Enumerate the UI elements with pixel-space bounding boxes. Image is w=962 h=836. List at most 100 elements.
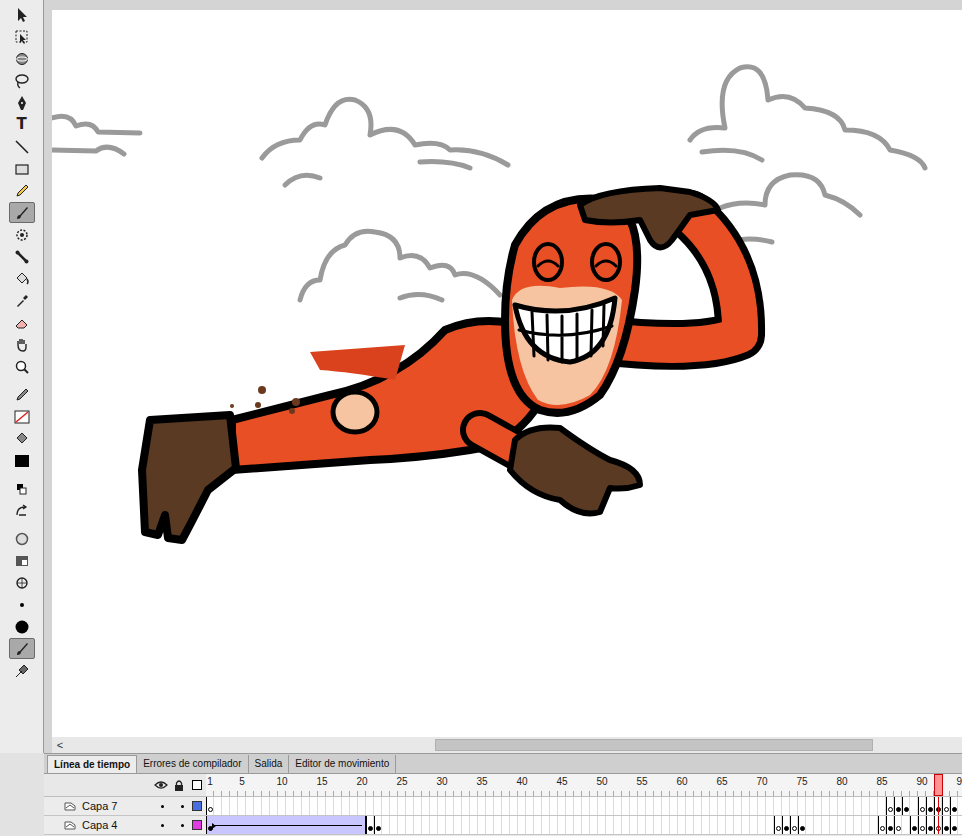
visibility-dot <box>161 805 164 808</box>
fill-swatch-tool[interactable] <box>9 450 35 471</box>
keyframe-dot <box>208 807 213 812</box>
ruler-label: 1 <box>207 777 213 787</box>
object-drawing-tool[interactable] <box>9 528 35 549</box>
panel-tab[interactable]: Línea de tiempo <box>47 755 137 773</box>
swap-colors-tool[interactable] <box>9 500 35 521</box>
panel-tab[interactable]: Errores de compilador <box>137 755 248 773</box>
small-dot-tool[interactable] <box>9 594 35 615</box>
zoom-icon <box>14 359 30 375</box>
lock-toggle[interactable] <box>172 824 192 827</box>
layer-name[interactable]: Capa 7 <box>82 801 152 812</box>
keyframe[interactable] <box>206 816 214 834</box>
eraser-tool[interactable] <box>9 312 35 333</box>
big-dot-tool[interactable] <box>9 616 35 637</box>
keyframe[interactable] <box>782 816 790 834</box>
bone-tool[interactable] <box>9 246 35 267</box>
layer-name[interactable]: Capa 4 <box>82 820 152 831</box>
keyframe[interactable] <box>950 816 958 834</box>
fill-bucket-tool[interactable] <box>9 428 35 449</box>
keyframe[interactable] <box>798 816 806 834</box>
stroke-swatch-tool[interactable] <box>9 406 35 427</box>
rectangle-tool[interactable] <box>9 158 35 179</box>
line-tool[interactable] <box>9 136 35 157</box>
layer-frames[interactable] <box>206 797 962 815</box>
lasso-tool[interactable] <box>9 70 35 91</box>
outline-icon[interactable] <box>192 780 202 790</box>
pencil-icon <box>14 183 30 199</box>
frame-ruler[interactable]: 1510152025303540455055606570758085909 <box>206 774 962 796</box>
panel-tab[interactable]: Editor de movimiento <box>289 755 396 773</box>
horizontal-scrollbar[interactable]: < <box>44 737 962 753</box>
lock-toggle[interactable] <box>172 805 192 808</box>
default-colors-tool[interactable] <box>9 478 35 499</box>
stage-canvas[interactable] <box>52 10 962 737</box>
keyframe[interactable] <box>374 816 382 834</box>
keyframe[interactable] <box>918 816 926 834</box>
keyframe[interactable] <box>950 797 958 815</box>
hand-tool[interactable] <box>9 334 35 355</box>
motion-tween[interactable] <box>206 816 366 834</box>
pressure-tool[interactable] <box>9 660 35 681</box>
selection-tool[interactable] <box>9 4 35 25</box>
layer-color-swatch[interactable] <box>192 801 202 811</box>
ruler-label: 9 <box>956 777 962 787</box>
keyframe[interactable] <box>878 816 886 834</box>
keyframe[interactable] <box>918 797 926 815</box>
fill-swatch-icon <box>14 453 30 469</box>
zoom-tool[interactable] <box>9 356 35 377</box>
keyframe[interactable] <box>942 816 950 834</box>
stroke-pencil-tool[interactable] <box>9 384 35 405</box>
selection-icon <box>14 7 30 23</box>
lock-fill-tool[interactable] <box>9 550 35 571</box>
scroll-track[interactable] <box>68 737 962 753</box>
pen-tool[interactable] <box>9 92 35 113</box>
layer-color-swatch[interactable] <box>192 820 202 830</box>
keyframe[interactable] <box>894 816 902 834</box>
layer-row[interactable]: Capa 4 <box>44 816 962 835</box>
panel-tabs: Línea de tiempoErrores de compiladorSali… <box>44 754 962 774</box>
keyframe[interactable] <box>926 797 934 815</box>
ruler-label: 80 <box>836 777 847 787</box>
keyframe[interactable] <box>886 816 894 834</box>
eraser-icon <box>14 315 30 331</box>
keyframe[interactable] <box>926 816 934 834</box>
lock-icon[interactable] <box>174 780 184 791</box>
keyframe-dot <box>208 826 213 831</box>
deco-tool[interactable] <box>9 224 35 245</box>
keyframe[interactable] <box>902 797 910 815</box>
keyframe[interactable] <box>894 797 902 815</box>
ruler-label: 85 <box>876 777 887 787</box>
ruler-label: 50 <box>596 777 607 787</box>
brush-mode-tool[interactable] <box>9 638 35 659</box>
lock-dot <box>181 824 184 827</box>
rotate-3d-tool[interactable] <box>9 48 35 69</box>
keyframe[interactable] <box>790 816 798 834</box>
eyedropper-tool[interactable] <box>9 290 35 311</box>
bone-icon <box>14 249 30 265</box>
pencil-tool[interactable] <box>9 180 35 201</box>
panel-tab[interactable]: Salida <box>249 755 290 773</box>
scroll-thumb[interactable] <box>435 739 873 751</box>
stroke-pencil-icon <box>14 387 30 403</box>
bucket-tool[interactable] <box>9 268 35 289</box>
free-transform-tool[interactable] <box>9 26 35 47</box>
scroll-left-button[interactable]: < <box>52 737 68 753</box>
brush-size-ring-tool[interactable] <box>9 572 35 593</box>
keyframe[interactable] <box>206 797 214 815</box>
eye-icon[interactable] <box>154 780 168 790</box>
keyframe[interactable] <box>910 816 918 834</box>
brush-tool[interactable] <box>9 202 35 223</box>
playhead[interactable] <box>934 774 943 796</box>
keyframe-dot <box>904 807 909 812</box>
visibility-toggle[interactable] <box>152 824 172 827</box>
layer-row[interactable]: Capa 7 <box>44 797 962 816</box>
keyframe[interactable] <box>886 797 894 815</box>
keyframe[interactable] <box>942 797 950 815</box>
keyframe[interactable] <box>366 816 374 834</box>
layer-frames[interactable] <box>206 816 962 834</box>
visibility-toggle[interactable] <box>152 805 172 808</box>
ruler-label: 5 <box>239 777 245 787</box>
ruler-label: 75 <box>796 777 807 787</box>
keyframe[interactable] <box>774 816 782 834</box>
text-tool[interactable]: T <box>9 114 35 135</box>
